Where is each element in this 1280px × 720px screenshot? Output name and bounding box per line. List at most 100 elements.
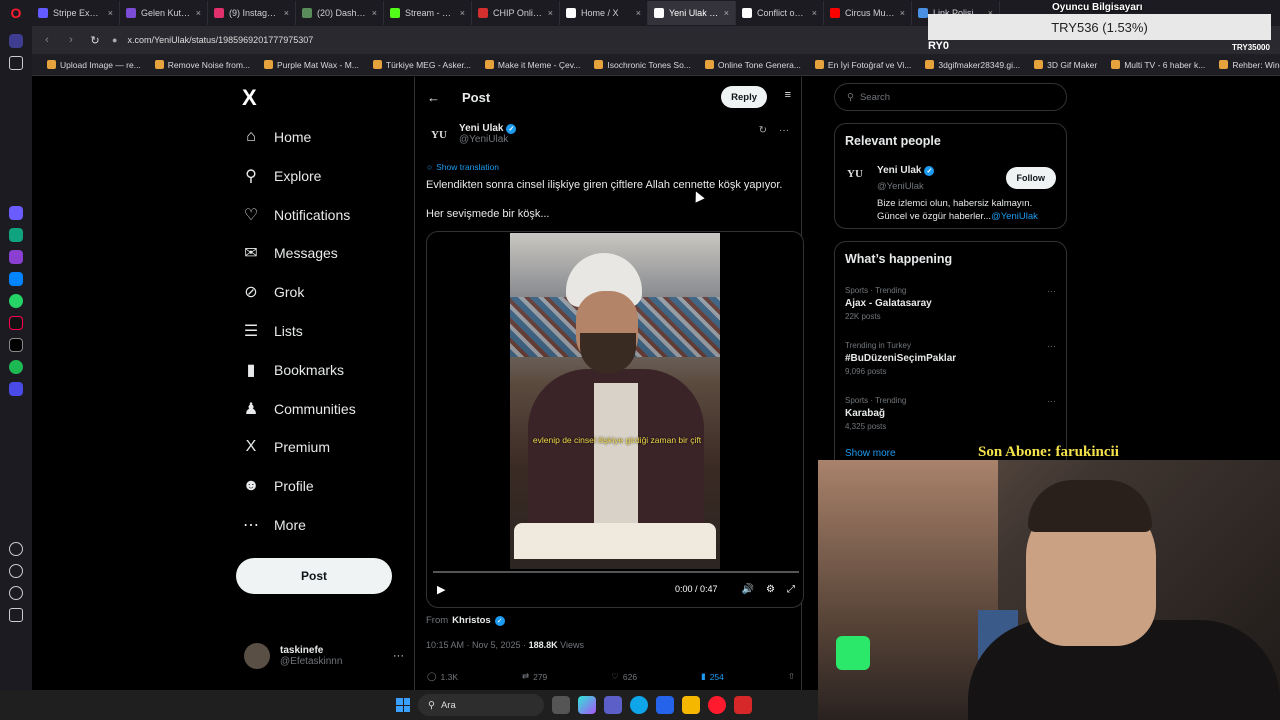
reply-action[interactable]: ◯ 1.3K xyxy=(427,671,458,682)
bookmark-item[interactable]: 3D Gif Maker xyxy=(1029,60,1102,70)
bookmark-item[interactable]: En İyi Fotoğraf ve Vi... xyxy=(810,60,916,70)
tune-icon[interactable]: ≡ xyxy=(785,89,791,101)
bookmark-item[interactable]: Purple Mat Wax - M... xyxy=(259,60,364,70)
messenger-icon[interactable] xyxy=(9,272,23,286)
grok-icon[interactable]: ↻ xyxy=(759,125,767,136)
play-icon[interactable]: ▶ xyxy=(437,583,445,596)
close-icon[interactable]: × xyxy=(460,8,465,18)
bookmark-item[interactable]: Online Tone Genera... xyxy=(700,60,806,70)
tiktok-icon[interactable] xyxy=(9,316,23,330)
nav-item-home[interactable]: ⌂ Home xyxy=(242,128,311,146)
player-icon[interactable] xyxy=(9,382,23,396)
author-name[interactable]: Yeni Ulak xyxy=(459,123,503,134)
x-logo-icon[interactable]: X xyxy=(242,85,257,111)
close-icon[interactable]: × xyxy=(636,8,641,18)
wps-icon[interactable] xyxy=(734,696,752,714)
reply-button[interactable]: Reply xyxy=(721,86,767,108)
nav-item-messages[interactable]: ✉ Messages xyxy=(242,244,338,262)
show-translation-link[interactable]: ○ Show translation xyxy=(427,162,499,172)
bookmark-item[interactable]: Upload Image — re... xyxy=(42,60,146,70)
person-avatar[interactable]: YU xyxy=(847,168,863,180)
opera-logo-icon[interactable]: O xyxy=(0,0,32,26)
post-timestamp[interactable]: 10:15 AM · Nov 5, 2025 · xyxy=(426,640,526,650)
close-icon[interactable]: × xyxy=(812,8,817,18)
close-icon[interactable]: × xyxy=(284,8,289,18)
close-icon[interactable]: × xyxy=(724,8,729,18)
nav-item-communities[interactable]: ♟ Communities xyxy=(242,400,356,418)
bookmark-item[interactable]: Rehber: Windows 1... xyxy=(1214,60,1280,70)
back-arrow-icon[interactable]: ← xyxy=(427,90,440,105)
share-icon[interactable]: ⇧ xyxy=(788,671,795,682)
browser-tab[interactable]: Yeni Ulak on X: "Evlendi × xyxy=(648,1,736,25)
back-icon[interactable]: ‹ xyxy=(40,34,54,46)
spotify-icon[interactable] xyxy=(9,360,23,374)
more-dots-icon[interactable]: ··· xyxy=(1047,396,1056,406)
url-field[interactable]: x.com/YeniUlak/status/198596920177797530… xyxy=(127,35,313,45)
follow-button[interactable]: Follow xyxy=(1005,167,1056,189)
bookmark-item[interactable]: Isochronic Tones So... xyxy=(589,60,695,70)
lightbulb-icon[interactable] xyxy=(9,608,23,622)
heart-icon[interactable] xyxy=(9,542,23,556)
trend-item[interactable]: Sports · Trending Ajax - Galatasaray 22K p… xyxy=(845,286,1058,321)
x-icon[interactable] xyxy=(9,338,23,352)
close-icon[interactable]: × xyxy=(196,8,201,18)
nav-item-more[interactable]: ⋯ More xyxy=(242,516,306,534)
taskbar-search[interactable]: ⚲ Ara xyxy=(418,694,544,716)
nav-item-profile[interactable]: ☻ Profile xyxy=(242,477,314,495)
fullscreen-icon[interactable]: ⤢ xyxy=(787,584,795,595)
account-switcher[interactable]: taskinefe @Efetaskinnn ··· xyxy=(244,643,404,669)
copilot-icon[interactable] xyxy=(578,696,596,714)
browser-tab[interactable]: Stream - Kick Dash × xyxy=(384,1,472,25)
bookmark-item[interactable]: Remove Noise from... xyxy=(150,60,255,70)
browser-tab[interactable]: Circus Music - You × xyxy=(824,1,912,25)
author-avatar[interactable]: YU xyxy=(427,123,451,147)
nav-item-lists[interactable]: ☰ Lists xyxy=(242,322,303,340)
nav-item-notifications[interactable]: ♡ Notifications xyxy=(242,206,350,224)
browser-tab[interactable]: Conflict on X: "🔴 × xyxy=(736,1,824,25)
like-action[interactable]: ♡ 626 xyxy=(611,671,637,682)
video-player[interactable]: evlenip de cinsel ilişkiye girdiği zaman… xyxy=(426,231,804,608)
forward-icon[interactable]: › xyxy=(64,34,78,46)
nav-item-explore[interactable]: ⚲ Explore xyxy=(242,167,321,185)
aria-icon[interactable] xyxy=(9,206,23,220)
more-dots-icon[interactable]: ··· xyxy=(393,650,404,662)
more-dots-icon[interactable]: ··· xyxy=(779,125,789,136)
trend-item[interactable]: Trending in Turkey #BuDüzeniSeçimPaklar 9,… xyxy=(845,341,1058,376)
close-icon[interactable]: × xyxy=(372,8,377,18)
chatgpt-icon[interactable] xyxy=(9,228,23,242)
edge-icon[interactable] xyxy=(630,696,648,714)
close-icon[interactable]: × xyxy=(108,8,113,18)
search-input[interactable]: ⚲ Search xyxy=(834,83,1067,111)
source-account[interactable]: Khristos xyxy=(452,615,491,626)
browser-tab[interactable]: (9) Instagram × xyxy=(208,1,296,25)
show-more-link[interactable]: Show more xyxy=(845,448,896,459)
task-view-icon[interactable] xyxy=(552,696,570,714)
teams-icon[interactable] xyxy=(604,696,622,714)
bookmark-item[interactable]: Make it Meme - Çev... xyxy=(480,60,586,70)
browser-tab[interactable]: Home / X × xyxy=(560,1,648,25)
home-icon[interactable] xyxy=(9,34,23,48)
close-icon[interactable]: × xyxy=(900,8,905,18)
app-icon[interactable] xyxy=(9,250,23,264)
store-icon[interactable] xyxy=(656,696,674,714)
trend-item[interactable]: Sports · Trending Karabağ 4,325 posts ··· xyxy=(845,396,1058,431)
star-icon[interactable] xyxy=(9,56,23,70)
more-dots-icon[interactable]: ··· xyxy=(1047,341,1056,351)
video-progress-bar[interactable] xyxy=(433,571,799,573)
person-bio-link[interactable]: @YeniUlak xyxy=(991,211,1038,222)
browser-tab[interactable]: Stripe Express × xyxy=(32,1,120,25)
site-info-icon[interactable]: ● xyxy=(112,35,117,45)
browser-tab[interactable]: Gelen Kutusu (517) × xyxy=(120,1,208,25)
repost-action[interactable]: ⇄ 279 xyxy=(522,671,547,682)
bookmark-item[interactable]: 3dgifmaker28349.gi... xyxy=(920,60,1025,70)
author-handle[interactable]: @YeniUlak xyxy=(459,134,516,145)
volume-icon[interactable]: 🔊 xyxy=(742,584,754,595)
windows-start-icon[interactable] xyxy=(396,698,410,712)
compose-post-button[interactable]: Post xyxy=(236,558,392,594)
nav-item-premium[interactable]: X Premium xyxy=(242,438,330,456)
close-icon[interactable]: × xyxy=(548,8,553,18)
file-explorer-icon[interactable] xyxy=(682,696,700,714)
whatsapp-icon[interactable] xyxy=(9,294,23,308)
bookmark-action[interactable]: ▮ 254 xyxy=(701,671,724,682)
opera-icon[interactable] xyxy=(708,696,726,714)
